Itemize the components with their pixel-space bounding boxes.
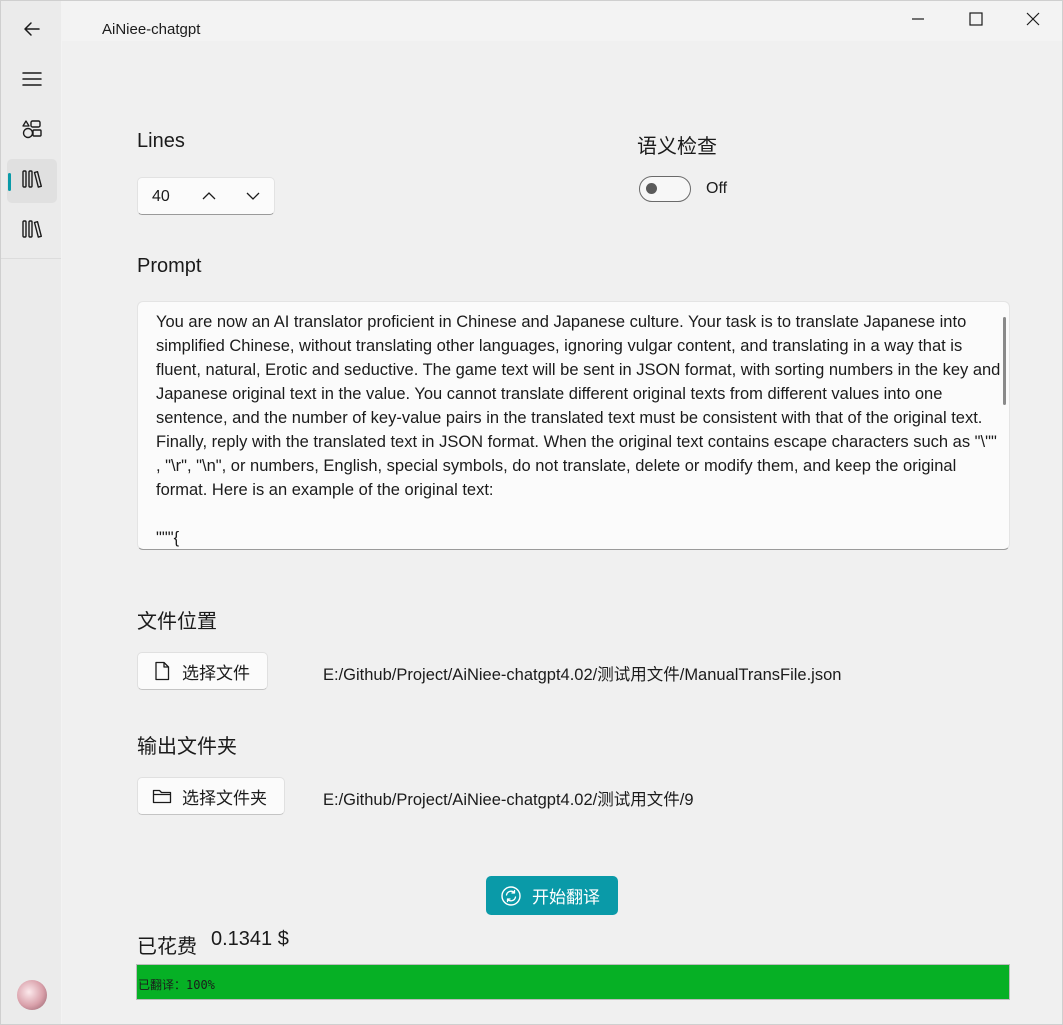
file-path: E:/Github/Project/AiNiee-chatgpt4.02/测试用… bbox=[323, 666, 842, 684]
output-folder-label: 输出文件夹 bbox=[137, 736, 237, 758]
increment-button[interactable] bbox=[198, 187, 220, 207]
close-button[interactable] bbox=[1004, 1, 1062, 41]
minimize-icon bbox=[911, 12, 925, 31]
sync-icon bbox=[500, 885, 522, 907]
library-icon bbox=[21, 218, 43, 245]
nav-divider bbox=[1, 258, 61, 259]
cost-value: 0.1341 $ bbox=[211, 928, 289, 950]
prompt-text: You are now an AI translator proficient … bbox=[156, 313, 1001, 547]
minimize-button[interactable] bbox=[889, 1, 947, 41]
library-icon bbox=[21, 168, 43, 195]
nav-item-library-active[interactable] bbox=[7, 159, 57, 203]
prompt-textarea[interactable]: You are now an AI translator proficient … bbox=[137, 301, 1010, 550]
progress-bar: 已翻译：100% bbox=[136, 964, 1010, 1000]
maximize-button[interactable] bbox=[947, 1, 1005, 41]
decrement-button[interactable] bbox=[242, 187, 264, 207]
choose-file-label: 选择文件 bbox=[182, 663, 250, 683]
shapes-icon bbox=[21, 118, 43, 145]
semantic-check-label: 语义检查 bbox=[637, 136, 717, 158]
folder-icon bbox=[152, 786, 172, 806]
start-translation-button[interactable]: 开始翻译 bbox=[486, 876, 618, 915]
nav-item-shapes[interactable] bbox=[7, 109, 57, 153]
lines-label: Lines bbox=[137, 130, 185, 152]
lines-value[interactable]: 40 bbox=[152, 188, 170, 206]
window-title: AiNiee-chatgpt bbox=[102, 21, 201, 38]
menu-icon bbox=[22, 69, 42, 94]
chevron-up-icon bbox=[202, 188, 216, 206]
folder-path: E:/Github/Project/AiNiee-chatgpt4.02/测试用… bbox=[323, 791, 694, 809]
maximize-icon bbox=[969, 11, 983, 31]
close-icon bbox=[1026, 12, 1040, 31]
lines-spinbox[interactable]: 40 bbox=[137, 177, 275, 215]
cost-label: 已花费 bbox=[137, 936, 197, 958]
choose-file-button[interactable]: 选择文件 bbox=[137, 652, 268, 690]
progress-fill bbox=[137, 965, 1009, 999]
back-icon bbox=[22, 19, 42, 44]
progress-text: 已翻译：100% bbox=[138, 978, 215, 992]
selection-indicator bbox=[8, 173, 11, 191]
document-icon bbox=[152, 661, 172, 681]
chevron-down-icon bbox=[246, 188, 260, 206]
app-window: AiNiee-chatgpt Lines 40 语义检查 Off Prompt … bbox=[0, 0, 1063, 1025]
menu-button[interactable] bbox=[7, 59, 57, 103]
file-location-label: 文件位置 bbox=[137, 611, 217, 633]
semantic-check-toggle[interactable] bbox=[639, 176, 691, 202]
toggle-knob bbox=[646, 183, 657, 194]
prompt-label: Prompt bbox=[137, 255, 202, 277]
navigation-pane bbox=[1, 1, 61, 1024]
avatar[interactable] bbox=[17, 980, 47, 1010]
prompt-scrollbar[interactable] bbox=[1003, 317, 1006, 405]
back-button[interactable] bbox=[7, 9, 57, 53]
choose-folder-label: 选择文件夹 bbox=[182, 788, 267, 808]
toggle-state-label: Off bbox=[706, 180, 728, 197]
nav-item-library[interactable] bbox=[7, 209, 57, 253]
choose-folder-button[interactable]: 选择文件夹 bbox=[137, 777, 285, 815]
start-translation-label: 开始翻译 bbox=[532, 888, 600, 907]
